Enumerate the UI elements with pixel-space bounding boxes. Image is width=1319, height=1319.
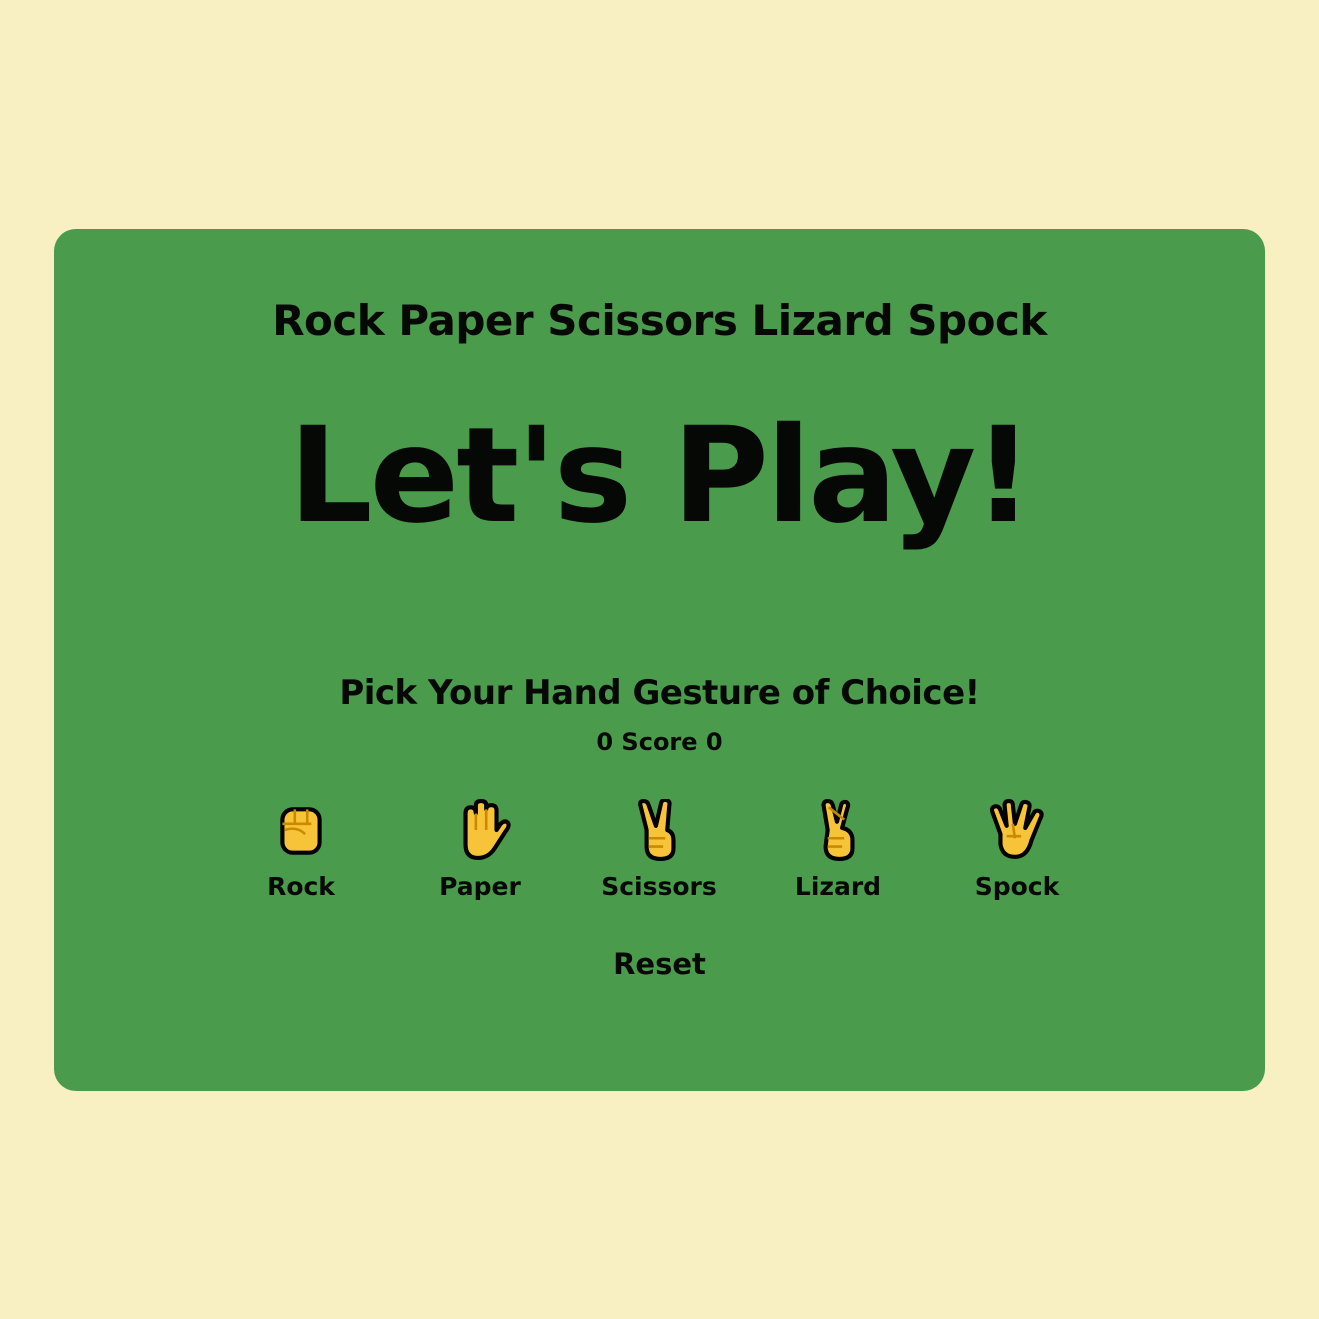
victory-hand-icon [584,797,734,869]
instruction-text: Pick Your Hand Gesture of Choice! [339,673,980,713]
crossed-fingers-icon [763,799,913,869]
scissors-label: Scissors [601,872,717,901]
paper-button[interactable]: Paper [405,799,555,911]
status-headline: Let's Play! [288,399,1034,553]
spock-button[interactable]: Spock [942,799,1092,911]
spock-label: Spock [974,872,1060,901]
raised-hand-icon [405,799,555,869]
lizard-button[interactable]: Lizard [763,799,913,911]
rock-button[interactable]: Rock [226,799,376,911]
game-title: Rock Paper Scissors Lizard Spock [272,296,1047,345]
game-card: Rock Paper Scissors Lizard Spock Let's P… [54,229,1265,1091]
raised-fist-icon [226,799,376,869]
paper-label: Paper [439,872,521,901]
rock-label: Rock [267,872,335,901]
scissors-button[interactable]: Scissors [584,797,734,911]
vulcan-salute-icon [942,799,1092,869]
lizard-label: Lizard [794,872,882,901]
reset-button[interactable]: Reset [54,943,1265,985]
scoreboard: 0 Score 0 [596,728,723,756]
